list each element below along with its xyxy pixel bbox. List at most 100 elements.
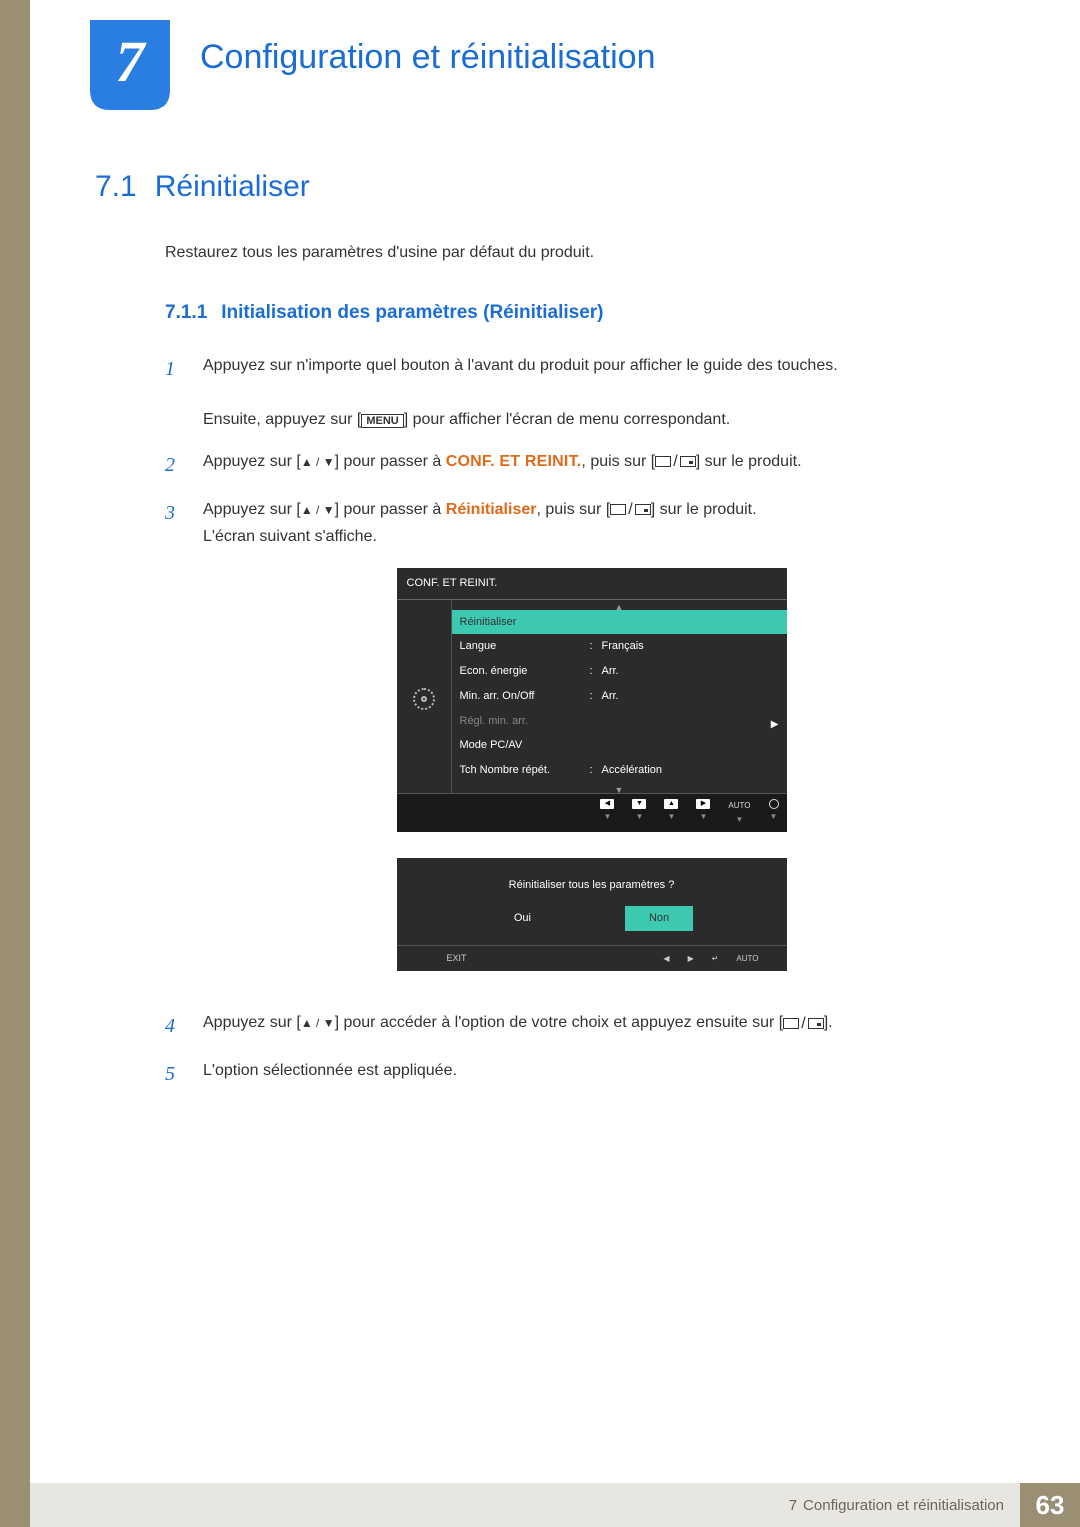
osd-title: CONF. ET REINIT.: [397, 568, 787, 599]
v: Accélération: [602, 761, 779, 780]
section-intro: Restaurez tous les paramètres d'usine pa…: [165, 244, 980, 262]
step-2: 2 Appuyez sur [▲ / ▼] pour passer à CONF…: [165, 448, 980, 482]
t: ].: [824, 1014, 833, 1031]
t: ] pour passer à: [335, 501, 446, 518]
osd-row-reglmin: Régl. min. arr.: [452, 709, 787, 734]
reinit-label: Réinitialiser: [446, 501, 537, 518]
nav-enter-icon: ↵: [712, 952, 719, 966]
osd-prompt: Réinitialiser tous les paramètres ?: [397, 858, 787, 907]
steps-list: 1 Appuyez sur n'importe quel bouton à l'…: [165, 352, 980, 1091]
step-body: Appuyez sur [▲ / ▼] pour accéder à l'opt…: [203, 1009, 980, 1043]
step-body: Appuyez sur [▲ / ▼] pour passer à CONF. …: [203, 448, 980, 482]
osd-navbar: ◀▼ ▼▼ ▲▼ ▶▼ AUTO▼ ▼: [397, 793, 787, 832]
subsection-title: Initialisation des paramètres (Réinitial…: [221, 302, 603, 323]
step-1-text-a: Appuyez sur n'importe quel bouton à l'av…: [203, 357, 838, 374]
menu-button-label: MENU: [361, 414, 403, 428]
t: , puis sur [: [536, 501, 610, 518]
l: Régl. min. arr.: [460, 712, 590, 731]
v: Français: [602, 637, 779, 656]
submenu-arrow-icon: ▶: [771, 716, 779, 733]
t: Appuyez sur [: [203, 501, 301, 518]
screen-pip-icon: /: [610, 496, 650, 523]
content: 7.1 Réinitialiser Restaurez tous les para…: [0, 110, 1080, 1091]
scroll-up-icon: ▲: [452, 600, 787, 610]
nav-down-icon: ▼▼: [632, 799, 646, 827]
step-4: 4 Appuyez sur [▲ / ▼] pour accéder à l'o…: [165, 1009, 980, 1043]
updown-icon: ▲ / ▼: [301, 1016, 335, 1030]
nav-left-icon: ◀▼: [600, 799, 614, 827]
footer-chapter-num: 7: [789, 1497, 797, 1514]
nav-right-icon: ▶▼: [696, 799, 710, 827]
step-number: 5: [165, 1057, 183, 1091]
l: Mode PC/AV: [460, 736, 590, 755]
nav-left-icon: ◀: [663, 952, 669, 966]
osd-screenshots: CONF. ET REINIT. ▲ Réinitialiser Langue:…: [203, 568, 980, 971]
section-heading: 7.1 Réinitialiser: [95, 170, 980, 204]
osd2-navbar: EXIT ◀ ▶ ↵ AUTO: [397, 945, 787, 971]
osd-icon-column: [397, 600, 452, 793]
v: Arr.: [602, 687, 779, 706]
osd-row-minarr: Min. arr. On/Off:Arr.: [452, 684, 787, 709]
subsection-heading: 7.1.1Initialisation des paramètres (Réin…: [165, 302, 980, 324]
screen-pip-icon: /: [783, 1010, 823, 1037]
osd-row-econ: Econ. énergie:Arr.: [452, 659, 787, 684]
osd-rows: ▲ Réinitialiser Langue:Français Econ. én…: [452, 600, 787, 793]
osd-menu-conf-reinit: CONF. ET REINIT. ▲ Réinitialiser Langue:…: [397, 568, 787, 832]
step-body: L'option sélectionnée est appliquée.: [203, 1057, 980, 1091]
section-number: 7.1: [95, 170, 137, 203]
t: Appuyez sur [: [203, 1014, 301, 1031]
step-1-text-c: ] pour afficher l'écran de menu correspo…: [404, 411, 731, 428]
side-stripe: [0, 0, 30, 1527]
nav-auto: AUTO: [736, 952, 758, 966]
step-3: 3 Appuyez sur [▲ / ▼] pour passer à Réin…: [165, 496, 980, 996]
step-body: Appuyez sur n'importe quel bouton à l'av…: [203, 352, 980, 434]
l: Econ. énergie: [460, 662, 590, 681]
step-5: 5 L'option sélectionnée est appliquée.: [165, 1057, 980, 1091]
nav-up-icon: ▲▼: [664, 799, 678, 827]
step-body: Appuyez sur [▲ / ▼] pour passer à Réinit…: [203, 496, 980, 996]
l: Réinitialiser: [460, 613, 590, 632]
l: Tch Nombre répét.: [460, 761, 590, 780]
osd-row-langue: Langue:Français: [452, 634, 787, 659]
l: Min. arr. On/Off: [460, 687, 590, 706]
nav-auto: AUTO▼: [728, 799, 750, 827]
t: ] sur le produit.: [651, 501, 757, 518]
step-1: 1 Appuyez sur n'importe quel bouton à l'…: [165, 352, 980, 434]
scroll-down-icon: ▼: [452, 783, 787, 793]
chapter-badge: 7: [90, 20, 170, 110]
t: L'écran suivant s'affiche.: [203, 528, 377, 545]
section-title: Réinitialiser: [155, 170, 310, 203]
t: , puis sur [: [581, 453, 655, 470]
step-number: 4: [165, 1009, 183, 1043]
page-header: 7 Configuration et réinitialisation: [0, 0, 1080, 110]
chapter-number: 7: [90, 28, 170, 95]
step-1-text-b: Ensuite, appuyez sur [: [203, 411, 361, 428]
t: ] pour passer à: [335, 453, 446, 470]
conf-reinit-label: CONF. ET REINIT.: [446, 453, 582, 470]
screen-pip-icon: /: [655, 448, 695, 475]
footer-chapter-title: Configuration et réinitialisation: [803, 1497, 1004, 1514]
osd-row-tchrep: Tch Nombre répét.:Accélération: [452, 758, 787, 783]
l: Langue: [460, 637, 590, 656]
v: Arr.: [602, 662, 779, 681]
nav-right-icon: ▶: [688, 952, 694, 966]
step-number: 2: [165, 448, 183, 482]
osd-row-reinitialiser: Réinitialiser: [452, 610, 787, 635]
osd-confirm-dialog: Réinitialiser tous les paramètres ? Oui …: [397, 858, 787, 972]
t: ] sur le produit.: [696, 453, 802, 470]
nav-power-icon: ▼: [769, 799, 779, 827]
gear-icon: [413, 688, 435, 710]
osd-choices: Oui Non: [397, 906, 787, 945]
t: Appuyez sur [: [203, 453, 301, 470]
t: ] pour accéder à l'option de votre choix…: [335, 1014, 784, 1031]
osd-row-pcav: Mode PC/AV: [452, 733, 787, 758]
updown-icon: ▲ / ▼: [301, 455, 335, 469]
updown-icon: ▲ / ▼: [301, 503, 335, 517]
chapter-title: Configuration et réinitialisation: [200, 38, 655, 77]
osd-choice-yes: Oui: [490, 906, 555, 931]
step-number: 1: [165, 352, 183, 434]
page-footer: 7 Configuration et réinitialisation 63: [0, 1483, 1080, 1527]
footer-bar: 7 Configuration et réinitialisation: [30, 1483, 1020, 1527]
nav-exit: EXIT: [447, 951, 467, 966]
t: L'option sélectionnée est appliquée.: [203, 1062, 457, 1079]
